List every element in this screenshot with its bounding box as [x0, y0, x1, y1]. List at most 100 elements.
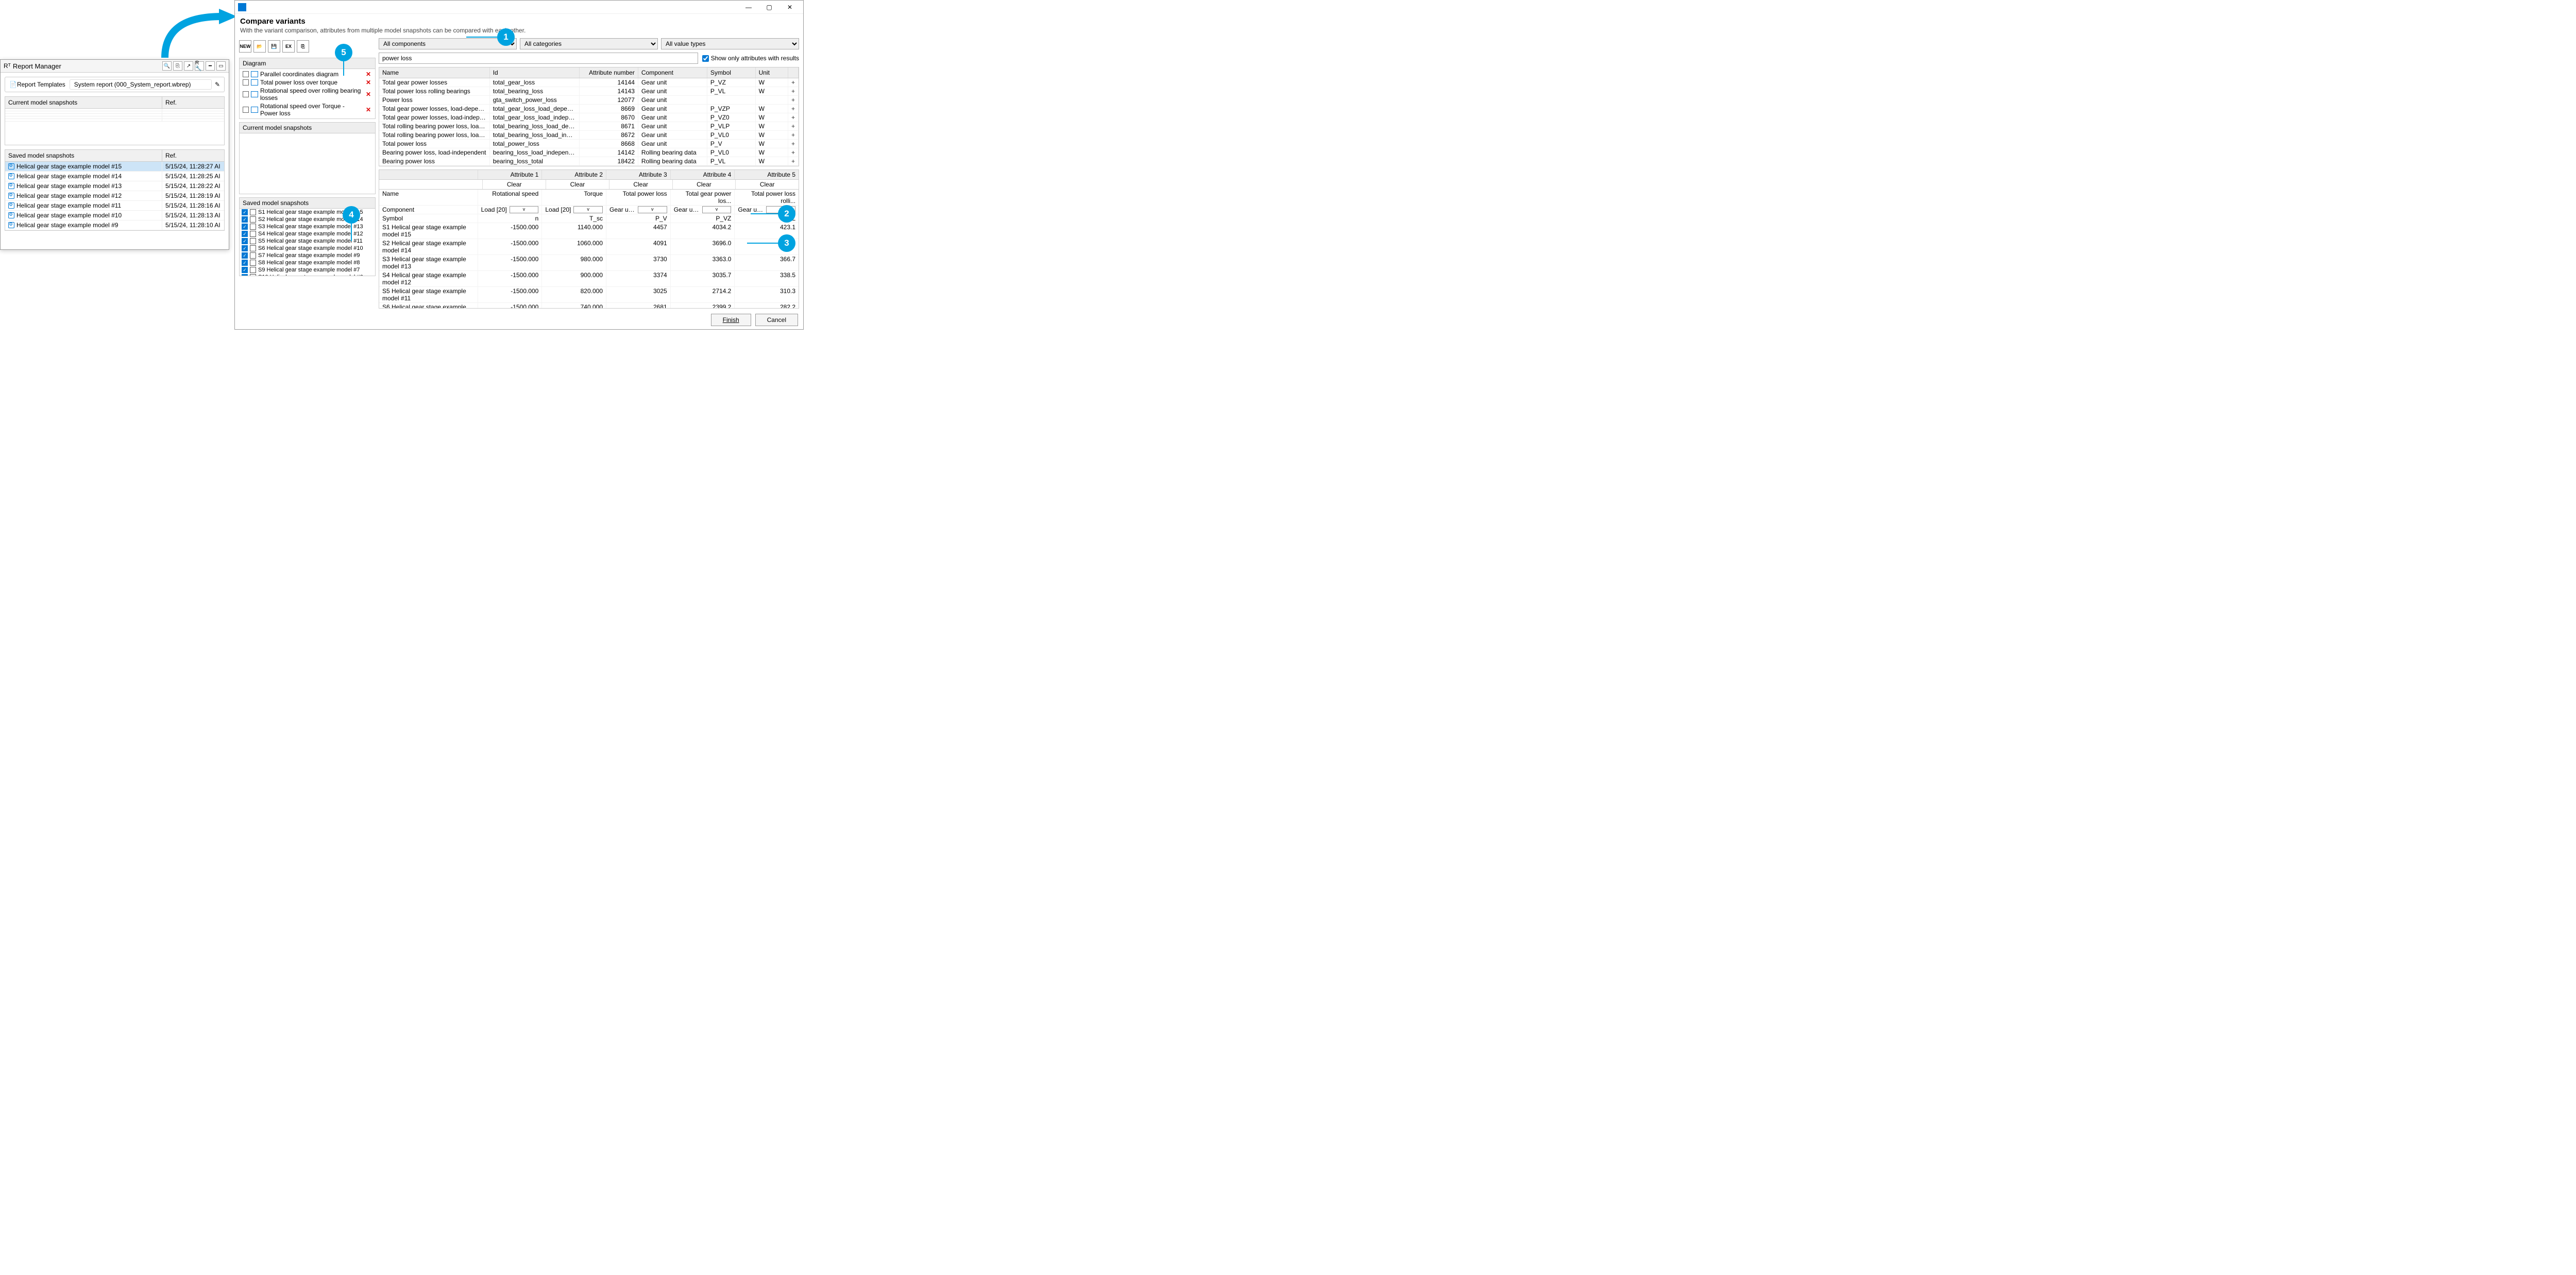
chevron-down-icon[interactable]: v — [638, 206, 667, 213]
saved-snapshot-row[interactable]: Helical gear stage example model #155/15… — [5, 162, 224, 172]
delete-diagram-icon[interactable]: ✕ — [365, 79, 372, 86]
rm-settings-icon[interactable]: R🔧 — [195, 61, 204, 71]
saved-snapshot-row[interactable]: Helical gear stage example model #125/15… — [5, 191, 224, 201]
diagram-checkbox[interactable] — [243, 71, 249, 77]
diagram-item[interactable]: Rotational speed over rolling bearing lo… — [241, 87, 374, 102]
add-attribute-icon[interactable]: + — [788, 157, 799, 165]
snapshot-checkbox[interactable] — [242, 274, 248, 276]
chevron-down-icon[interactable]: v — [702, 206, 732, 213]
add-attribute-icon[interactable]: + — [788, 96, 799, 104]
clear-attr-2[interactable]: Clear — [546, 180, 609, 189]
report-template-file[interactable]: System report (000_System_report.wbrep) — [70, 79, 212, 90]
minimize-icon[interactable]: ━ — [206, 61, 215, 71]
col-num: Attribute number — [580, 67, 638, 78]
snapshot-item[interactable]: S4 Helical gear stage example model #12 — [240, 230, 375, 237]
add-attribute-icon[interactable]: + — [788, 105, 799, 113]
clear-attr-4[interactable]: Clear — [672, 180, 736, 189]
attribute-row[interactable]: Total power losstotal_power_loss8668Gear… — [379, 140, 799, 148]
snapshot-checkbox[interactable] — [242, 252, 248, 259]
component-select-1[interactable]: Load [20]v — [478, 206, 542, 214]
rm-copy-icon[interactable]: ⎘ — [173, 61, 182, 71]
maximize-icon[interactable]: ▭ — [216, 61, 226, 71]
add-attribute-icon[interactable]: + — [788, 140, 799, 148]
result-row: S5 Helical gear stage example model #11-… — [379, 287, 799, 303]
toolbar-btn-2[interactable]: 💾 — [268, 40, 280, 53]
close-button[interactable]: ✕ — [779, 2, 800, 12]
attribute-row[interactable]: Bearing power loss, load-independentbear… — [379, 148, 799, 157]
add-attribute-icon[interactable]: + — [788, 148, 799, 157]
search-input[interactable] — [379, 53, 698, 64]
attribute-row[interactable]: Total gear power losses, load-dependentt… — [379, 105, 799, 113]
maximize-button[interactable]: ▢ — [759, 2, 779, 12]
add-attribute-icon[interactable]: + — [788, 122, 799, 130]
snapshot-item[interactable]: S6 Helical gear stage example model #10 — [240, 245, 375, 252]
show-only-checkbox[interactable] — [702, 55, 709, 62]
attr-header-5: Attribute 5 — [734, 170, 799, 179]
snapshot-item[interactable]: S7 Helical gear stage example model #9 — [240, 252, 375, 259]
snapshot-item[interactable]: S3 Helical gear stage example model #13 — [240, 223, 375, 230]
saved-snapshot-row[interactable]: Helical gear stage example model #145/15… — [5, 172, 224, 181]
value-types-select[interactable]: All value types — [661, 38, 799, 49]
categories-select[interactable]: All categories — [520, 38, 658, 49]
snapshot-checkbox[interactable] — [242, 209, 248, 215]
attribute-row[interactable]: Power lossgta_switch_power_loss12077Gear… — [379, 96, 799, 105]
clear-attr-1[interactable]: Clear — [482, 180, 546, 189]
diagram-item[interactable]: Total power loss over torque✕ — [241, 78, 374, 87]
toolbar-btn-0[interactable]: NEW — [239, 40, 251, 53]
finish-button[interactable]: Finish — [711, 314, 751, 326]
toolbar-btn-3[interactable]: EX — [282, 40, 295, 53]
delete-diagram-icon[interactable]: ✕ — [365, 106, 372, 113]
snapshot-checkbox[interactable] — [242, 238, 248, 244]
snapshot-checkbox[interactable] — [242, 231, 248, 237]
delete-diagram-icon[interactable]: ✕ — [365, 91, 372, 98]
diagram-checkbox[interactable] — [243, 91, 249, 97]
toolbar-btn-1[interactable]: 📂 — [253, 40, 266, 53]
cancel-button[interactable]: Cancel — [755, 314, 798, 326]
add-attribute-icon[interactable]: + — [788, 131, 799, 139]
components-select[interactable]: All components — [379, 38, 517, 49]
attribute-row[interactable]: Total gear power lossestotal_gear_loss14… — [379, 78, 799, 87]
chart-icon — [251, 79, 258, 86]
clear-attr-5[interactable]: Clear — [735, 180, 799, 189]
diagram-item[interactable]: Rotational speed over Torque - Power los… — [241, 102, 374, 117]
snapshot-checkbox[interactable] — [242, 267, 248, 273]
saved-snapshot-row[interactable]: Helical gear stage example model #115/15… — [5, 201, 224, 211]
component-select-3[interactable]: Gear unit [1]v — [606, 206, 670, 214]
attribute-row[interactable]: Total power loss rolling bearingstotal_b… — [379, 87, 799, 96]
attribute-row[interactable]: Total rolling bearing power loss, load-d… — [379, 122, 799, 131]
diagram-checkbox[interactable] — [243, 107, 249, 113]
component-select-4[interactable]: Gear unit [1]v — [670, 206, 735, 214]
add-attribute-icon[interactable]: + — [788, 113, 799, 122]
delete-diagram-icon[interactable]: ✕ — [365, 71, 372, 78]
add-attribute-icon[interactable]: + — [788, 78, 799, 87]
chevron-down-icon[interactable]: v — [510, 206, 539, 213]
attribute-row[interactable]: Total rolling bearing power loss, load-i… — [379, 131, 799, 140]
snapshot-checkbox[interactable] — [242, 245, 248, 251]
clear-attr-3[interactable]: Clear — [609, 180, 672, 189]
snapshot-item[interactable]: S8 Helical gear stage example model #8 — [240, 259, 375, 266]
saved-snapshot-row[interactable]: Helical gear stage example model #105/15… — [5, 211, 224, 220]
saved-snapshot-row[interactable]: Helical gear stage example model #95/15/… — [5, 220, 224, 230]
toolbar-btn-4[interactable]: ⎘ — [297, 40, 309, 53]
rm-search-icon[interactable]: 🔍 — [162, 61, 172, 71]
snapshot-item[interactable]: S9 Helical gear stage example model #7 — [240, 266, 375, 274]
snapshot-item[interactable]: S5 Helical gear stage example model #11 — [240, 237, 375, 245]
snapshot-checkbox[interactable] — [242, 216, 248, 223]
diagram-item[interactable]: Parallel coordinates diagram✕ — [241, 70, 374, 78]
rm-export-icon[interactable]: ↗ — [184, 61, 193, 71]
chevron-down-icon[interactable]: v — [573, 206, 603, 213]
row-symbol-label: Symbol — [379, 214, 478, 223]
snapshot-checkbox[interactable] — [242, 260, 248, 266]
attribute-row[interactable]: Total gear power losses, load-independen… — [379, 113, 799, 122]
attribute-row[interactable]: Bearing power lossbearing_loss_total1842… — [379, 157, 799, 166]
edit-template-icon[interactable]: ✎ — [215, 81, 220, 88]
component-select-2[interactable]: Load [20]v — [541, 206, 606, 214]
minimize-button[interactable]: — — [738, 2, 759, 12]
col-comp: Component — [638, 67, 707, 78]
diagram-checkbox[interactable] — [243, 79, 249, 86]
snapshot-checkbox[interactable] — [242, 224, 248, 230]
add-attribute-icon[interactable]: + — [788, 87, 799, 95]
snapshot-item[interactable]: S10 Helical gear stage example model #6 — [240, 274, 375, 276]
show-only-checkbox-label[interactable]: Show only attributes with results — [702, 55, 799, 62]
saved-snapshot-row[interactable]: Helical gear stage example model #135/15… — [5, 181, 224, 191]
